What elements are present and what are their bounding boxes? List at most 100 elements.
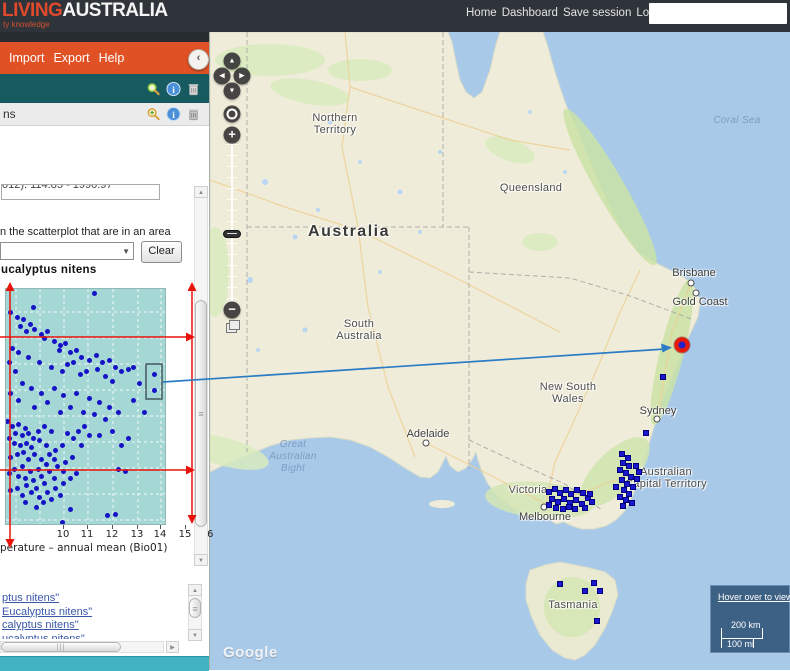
occurrence-marker[interactable]: [660, 374, 666, 380]
scatter-point: [107, 358, 112, 363]
layer-link[interactable]: Eucalyptus nitens": [2, 606, 184, 620]
occurrence-marker[interactable]: [572, 506, 578, 512]
occurrence-marker[interactable]: [643, 430, 649, 436]
scatter-point: [81, 410, 86, 415]
x-tick-label: 11: [81, 529, 94, 540]
occurrence-marker[interactable]: [620, 503, 626, 509]
scatter-point: [49, 429, 54, 434]
layers-toolbar: i: [0, 74, 209, 103]
slider-grip-icon: [227, 233, 237, 234]
menu-item-help[interactable]: Help: [99, 51, 125, 65]
links-hscrollbar-thumb[interactable]: |||: [1, 642, 121, 652]
scatter-point: [68, 405, 73, 410]
scatter-point: [39, 391, 44, 396]
scale-mi-label: 100 mi: [727, 639, 754, 649]
selected-occurrence-marker[interactable]: [675, 338, 690, 353]
hover-box-title: Hover over to view: [718, 592, 790, 602]
zoom-to-layer-icon[interactable]: [146, 81, 161, 96]
scatter-point: [36, 429, 41, 434]
hover-info-box[interactable]: Hover over to view 200 km 100 mi: [710, 585, 790, 653]
occurrence-marker[interactable]: [634, 476, 640, 482]
city-dot-gold-coast: [693, 290, 700, 297]
occurrence-marker[interactable]: [591, 580, 597, 586]
panel-scroll-up-button[interactable]: ▲: [194, 186, 208, 198]
clear-button[interactable]: Clear: [141, 241, 182, 263]
occurrence-marker[interactable]: [636, 469, 642, 475]
occurrence-marker[interactable]: [546, 502, 552, 508]
scatterplot-area[interactable]: [5, 288, 166, 525]
zoom-slider[interactable]: [227, 144, 237, 304]
scatter-point: [110, 429, 115, 434]
info-icon[interactable]: i: [166, 81, 181, 96]
links-scroll-up-button[interactable]: ▲: [188, 584, 202, 596]
scrollbar-grip-icon: ≡: [192, 604, 197, 614]
links-scroll-right-button[interactable]: ▶: [166, 641, 179, 653]
layer-delete-icon[interactable]: [186, 107, 201, 122]
active-layer-row[interactable]: ns i: [0, 103, 209, 126]
scatter-point: [18, 443, 23, 448]
layer-link[interactable]: ucalyptus nitens": [2, 633, 184, 640]
scatter-point: [49, 365, 54, 370]
header-search-input[interactable]: [649, 3, 787, 24]
scatter-point: [63, 460, 68, 465]
occurrence-marker[interactable]: [626, 463, 632, 469]
nav-link-dashboard[interactable]: Dashboard: [502, 7, 558, 19]
scatter-point: [7, 360, 12, 365]
scatter-point: [110, 379, 115, 384]
layer-zoom-icon[interactable]: [146, 107, 161, 122]
occurrence-marker[interactable]: [629, 500, 635, 506]
scatter-point: [12, 441, 17, 446]
occurrence-marker[interactable]: [589, 499, 595, 505]
menu-item-export[interactable]: Export: [53, 51, 89, 65]
layer-link[interactable]: calyptus nitens": [2, 619, 184, 633]
occurrence-marker[interactable]: [557, 581, 563, 587]
panel-scroll-down-button[interactable]: ▼: [194, 554, 208, 566]
nav-link-save-session[interactable]: Save session: [563, 7, 631, 19]
overview-map-toggle[interactable]: [226, 320, 240, 332]
layer-range-field[interactable]: 012). 114.85 - 1990.97: [1, 184, 160, 200]
occurrence-marker[interactable]: [553, 505, 559, 511]
links-scrollbar-thumb[interactable]: ≡: [189, 598, 201, 618]
logo-text-australia: AUSTRALIA: [62, 0, 167, 21]
occurrence-marker[interactable]: [613, 484, 619, 490]
scroll-down-icon: ▼: [192, 633, 198, 639]
panel-footer-bar: [0, 656, 209, 671]
occurrence-marker[interactable]: [582, 588, 588, 594]
pan-down-button[interactable]: ▼: [224, 83, 241, 100]
scatter-point: [70, 455, 75, 460]
logo-tagline: ty knowledge: [3, 20, 50, 29]
occurrence-marker[interactable]: [597, 588, 603, 594]
scatter-point: [28, 469, 33, 474]
plus-icon: +: [224, 127, 241, 142]
scatter-point: [65, 431, 70, 436]
nav-link-home[interactable]: Home: [466, 7, 497, 19]
zoom-slider-handle[interactable]: [223, 230, 241, 238]
panel-scrollbar-thumb[interactable]: ≡: [195, 300, 207, 527]
left-tool-panel: Import Export Help ‹ i ns i 012). 114.85 -…: [0, 32, 210, 670]
ala-logo[interactable]: LIVINGAUSTRALIA: [2, 1, 168, 22]
x-tick-label: 14: [154, 529, 167, 540]
layer-info-icon[interactable]: i: [166, 107, 181, 122]
scatter-point: [58, 410, 63, 415]
occurrence-marker[interactable]: [582, 505, 588, 511]
reset-view-button[interactable]: [224, 106, 241, 123]
zoom-in-button[interactable]: +: [224, 127, 241, 144]
map-canvas[interactable]: Northern TerritoryQueenslandAustraliaSou…: [210, 32, 790, 670]
occurrence-marker[interactable]: [587, 491, 593, 497]
scatter-point: [15, 486, 20, 491]
occurrence-marker[interactable]: [594, 618, 600, 624]
layer-link[interactable]: ptus nitens": [2, 592, 184, 606]
layer-name-label: ns: [3, 107, 16, 121]
scatter-point: [116, 467, 121, 472]
top-header: LIVINGAUSTRALIA ty knowledge Home Dashboa…: [0, 0, 790, 32]
map-terrain: [210, 32, 790, 670]
scatter-point: [15, 315, 20, 320]
area-select-dropdown[interactable]: ▼: [0, 242, 134, 260]
zoom-out-button[interactable]: −: [224, 302, 241, 319]
occurrence-marker[interactable]: [630, 484, 636, 490]
delete-layer-icon[interactable]: [186, 81, 201, 96]
menu-item-import[interactable]: Import: [9, 51, 44, 65]
links-scroll-down-button[interactable]: ▼: [188, 629, 202, 641]
panel-collapse-button[interactable]: ‹: [188, 49, 209, 70]
scale-tick: [762, 628, 763, 638]
